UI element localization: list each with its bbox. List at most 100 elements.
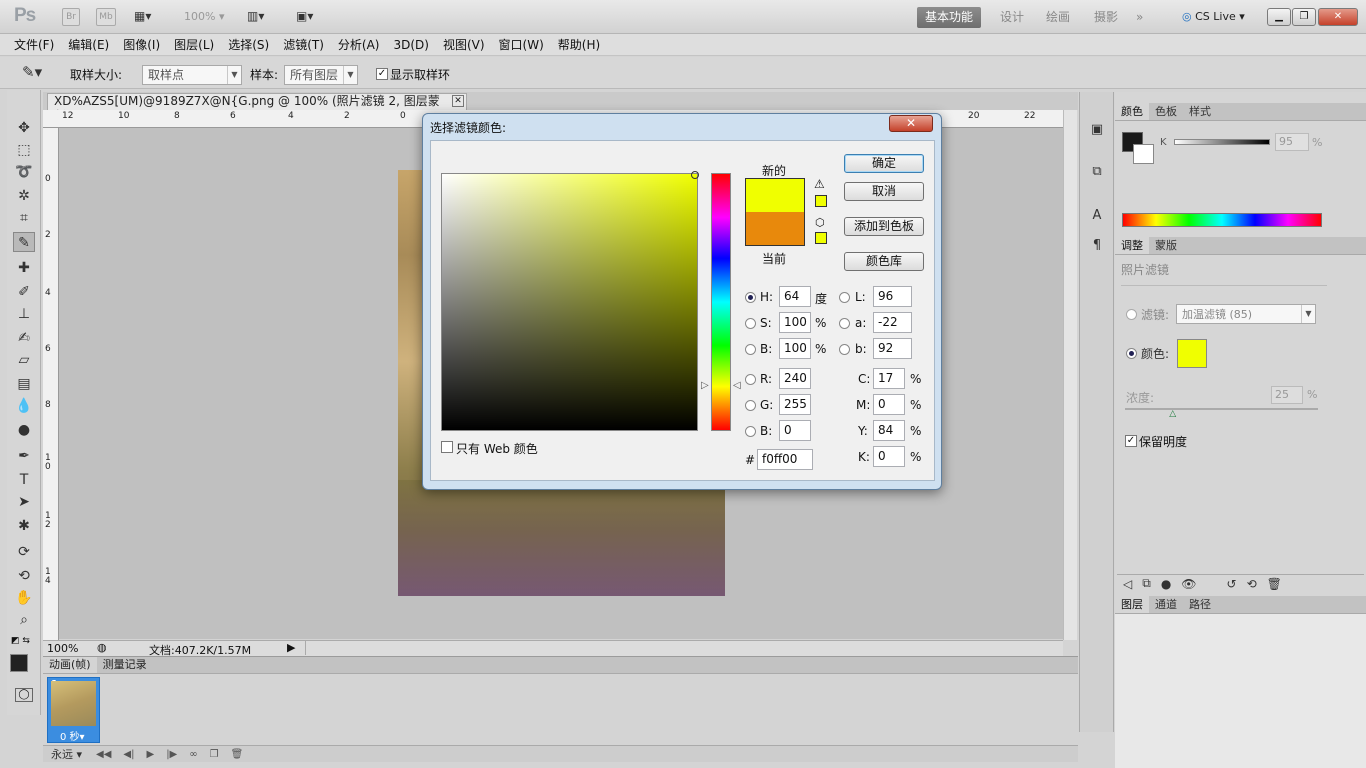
tab-swatches[interactable]: 色板: [1149, 103, 1183, 120]
next-frame-icon[interactable]: |▶: [160, 749, 183, 760]
hex-input[interactable]: f0ff00: [757, 449, 813, 470]
menu-analysis[interactable]: 分析(A): [331, 34, 387, 56]
history-panel-icon[interactable]: ⧉: [1087, 162, 1107, 182]
c-input[interactable]: 17: [873, 368, 905, 389]
tab-masks[interactable]: 蒙版: [1149, 237, 1183, 254]
filter-color-swatch[interactable]: [1177, 339, 1207, 368]
gamut-color-swatch[interactable]: [815, 195, 827, 207]
arrange-documents-icon[interactable]: ▥▾: [247, 9, 277, 23]
zoom-tool-icon[interactable]: ⌕: [13, 610, 35, 630]
menu-help[interactable]: 帮助(H): [551, 34, 607, 56]
duplicate-frame-icon[interactable]: ❐: [204, 749, 225, 760]
workspace-essentials[interactable]: 基本功能: [917, 7, 982, 28]
filter-radio[interactable]: [1126, 309, 1137, 320]
color-field-cursor[interactable]: [691, 171, 699, 179]
expand-view-icon[interactable]: ⧉: [1142, 576, 1151, 591]
ok-button[interactable]: 确定: [844, 154, 924, 173]
vertical-scrollbar[interactable]: [1063, 110, 1077, 640]
menu-3d[interactable]: 3D(D): [386, 34, 435, 56]
out-of-gamut-warning-icon[interactable]: ⚠: [814, 177, 825, 191]
density-slider-thumb[interactable]: △: [1169, 409, 1176, 419]
status-zoom[interactable]: 100%: [47, 642, 78, 655]
blue-radio[interactable]: [745, 426, 756, 437]
workspace-painting[interactable]: 绘画: [1038, 7, 1078, 28]
m-input[interactable]: 0: [873, 394, 905, 415]
g-radio[interactable]: [745, 400, 756, 411]
first-frame-icon[interactable]: ◀◀: [90, 749, 117, 760]
tab-layers[interactable]: 图层: [1115, 596, 1149, 613]
workspace-photography[interactable]: 摄影: [1086, 7, 1126, 28]
brightness-radio[interactable]: [745, 344, 756, 355]
g-input[interactable]: 255: [779, 394, 811, 415]
tween-icon[interactable]: ∞: [183, 749, 203, 760]
l-input[interactable]: 96: [873, 286, 912, 307]
screen-mode-icon[interactable]: ▣▾: [296, 9, 326, 23]
character-panel-icon[interactable]: A: [1087, 206, 1107, 226]
h-input[interactable]: 64: [779, 286, 811, 307]
add-to-swatches-button[interactable]: 添加到色板: [844, 217, 924, 236]
lab-b-input[interactable]: 92: [873, 338, 912, 359]
tab-animation[interactable]: 动画(帧): [43, 657, 97, 673]
a-input[interactable]: -22: [873, 312, 912, 333]
type-tool-icon[interactable]: T: [13, 470, 35, 490]
quick-select-tool-icon[interactable]: ✲: [13, 186, 35, 206]
menu-image[interactable]: 图像(I): [116, 34, 167, 56]
quick-mask-icon[interactable]: ◯: [15, 688, 33, 702]
show-ring-checkbox[interactable]: ✓: [376, 68, 388, 80]
clip-layer-icon[interactable]: ●: [1161, 577, 1171, 591]
3d-orbit-tool-icon[interactable]: ⟲: [13, 566, 35, 586]
horizontal-scrollbar[interactable]: [305, 641, 1065, 655]
loop-select[interactable]: 永远 ▾: [43, 746, 90, 762]
reset-icon[interactable]: ⟲: [1247, 577, 1257, 591]
eyedropper-preset-icon[interactable]: ✎▾: [22, 63, 42, 81]
color-libraries-button[interactable]: 颜色库: [844, 252, 924, 271]
k-input[interactable]: 0: [873, 446, 905, 467]
status-menu-arrow-icon[interactable]: ▶: [287, 641, 295, 654]
a-radio[interactable]: [839, 318, 850, 329]
brightness-input[interactable]: 100: [779, 338, 811, 359]
view-extras-icon[interactable]: ▦▾: [134, 9, 162, 25]
3d-rotate-tool-icon[interactable]: ⟳: [13, 542, 35, 562]
color-field[interactable]: [441, 173, 698, 431]
hue-slider-right-arrow-icon[interactable]: ◁: [733, 380, 741, 391]
dodge-tool-icon[interactable]: ●: [13, 420, 35, 440]
color-spectrum-ramp[interactable]: [1122, 213, 1322, 227]
previous-state-icon[interactable]: ↺: [1227, 577, 1237, 591]
frame-delay[interactable]: 0 秒▾: [60, 728, 85, 743]
cs-live-button[interactable]: ◎ CS Live ▾: [1182, 10, 1245, 23]
marquee-tool-icon[interactable]: ⬚: [13, 140, 35, 160]
blue-input[interactable]: 0: [779, 420, 811, 441]
restore-button[interactable]: ❐: [1292, 8, 1316, 26]
close-document-icon[interactable]: ✕: [452, 95, 464, 107]
preserve-luminosity-checkbox[interactable]: ✓: [1125, 435, 1137, 447]
bridge-button[interactable]: Br: [62, 8, 80, 26]
k-slider[interactable]: [1174, 139, 1270, 145]
l-radio[interactable]: [839, 292, 850, 303]
gradient-tool-icon[interactable]: ▤: [13, 374, 35, 394]
menu-layer[interactable]: 图层(L): [167, 34, 221, 56]
menu-select[interactable]: 选择(S): [221, 34, 276, 56]
previous-frame-icon[interactable]: ◀|: [117, 749, 140, 760]
tab-measurement-log[interactable]: 测量记录: [97, 657, 153, 673]
blur-tool-icon[interactable]: 💧: [13, 396, 35, 416]
mini-bridge-button[interactable]: Mb: [96, 8, 116, 26]
eraser-tool-icon[interactable]: ▱: [13, 350, 35, 370]
sample-select[interactable]: 所有图层 ▼: [284, 65, 358, 85]
lab-b-radio[interactable]: [839, 344, 850, 355]
minimize-button[interactable]: ▁: [1267, 8, 1291, 26]
mini-bridge-panel-icon[interactable]: ▣: [1087, 120, 1107, 140]
foreground-color-swatch[interactable]: [10, 654, 28, 672]
color-radio[interactable]: [1126, 348, 1137, 359]
paragraph-panel-icon[interactable]: ¶: [1087, 236, 1107, 256]
s-radio[interactable]: [745, 318, 756, 329]
web-safe-color-swatch[interactable]: [815, 232, 827, 244]
menu-file[interactable]: 文件(F): [7, 34, 61, 56]
filter-select[interactable]: 加温滤镜 (85) ▼: [1176, 304, 1316, 324]
crop-tool-icon[interactable]: ⌗: [13, 208, 35, 228]
hue-slider[interactable]: [711, 173, 731, 431]
visibility-eye-icon[interactable]: 👁: [1181, 577, 1196, 591]
default-colors-icon[interactable]: ◩ ⇆: [11, 636, 30, 646]
pen-tool-icon[interactable]: ✒: [13, 446, 35, 466]
lasso-tool-icon[interactable]: ➰: [13, 162, 35, 182]
path-selection-tool-icon[interactable]: ➤: [13, 492, 35, 512]
